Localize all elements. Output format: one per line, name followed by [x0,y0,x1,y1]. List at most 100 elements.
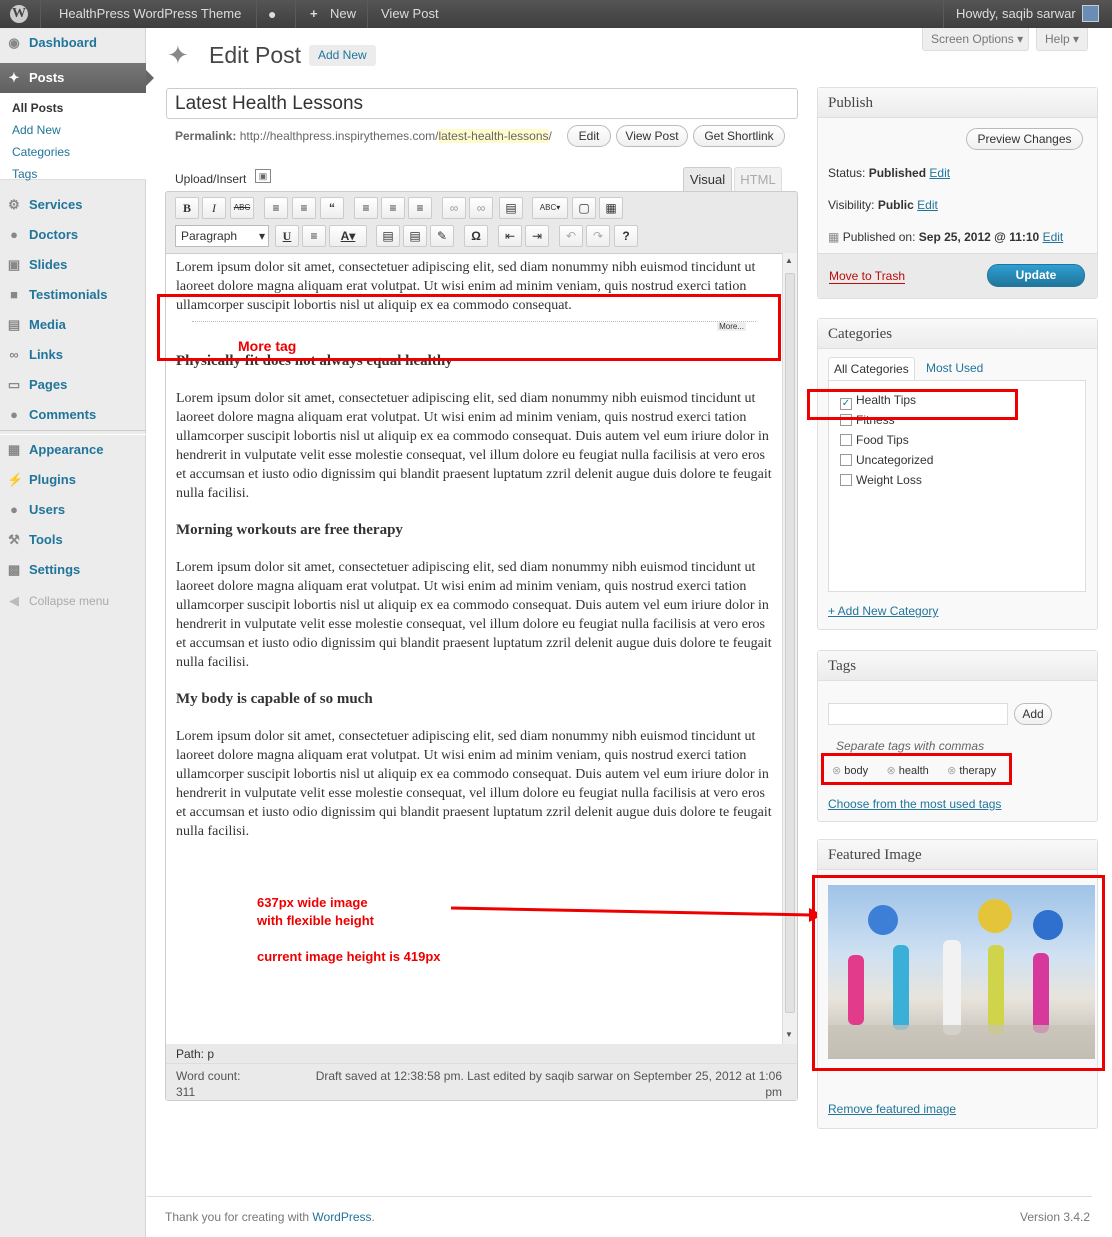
category-item[interactable]: Fitness [840,413,895,427]
category-item[interactable]: ✓ Health Tips [840,393,916,410]
menu-pages[interactable]: ▭ Pages [0,370,146,400]
screen-options-button[interactable]: Screen Options ▾ [922,28,1029,51]
remove-tag-icon[interactable]: ⊗ [947,765,956,777]
permalink-row: Permalink: http://healthpress.inspirythe… [175,129,552,143]
tag-input[interactable] [828,703,1008,725]
menu-appearance[interactable]: ▦ Appearance [0,435,146,465]
tab-visual[interactable]: Visual [683,167,732,192]
kitchen-sink-icon[interactable]: ▦ [599,197,623,219]
menu-doctors[interactable]: ● Doctors [0,220,146,250]
checkbox-icon[interactable] [840,454,852,466]
fullscreen-icon[interactable]: ▢ [572,197,596,219]
post-title-input[interactable]: Latest Health Lessons [166,88,798,119]
align-left-icon[interactable]: ≡ [354,197,378,219]
person-silhouette [943,940,961,1035]
bold-icon[interactable]: B [175,197,199,219]
menu-comments[interactable]: ● Comments [0,400,146,430]
paste-word-icon[interactable]: ▤ [403,225,427,247]
bullet-list-icon[interactable]: ≡ [264,197,288,219]
menu-media[interactable]: ▤ Media [0,310,146,340]
remove-tag-icon[interactable]: ⊗ [832,765,841,777]
menu-testimonials[interactable]: ■ Testimonials [0,280,146,310]
numbered-list-icon[interactable]: ≡ [292,197,316,219]
move-to-trash-link[interactable]: Move to Trash [829,269,906,284]
permalink-slug[interactable]: latest-health-lessons [438,129,549,143]
text-color-icon[interactable]: A▾ [329,225,367,247]
italic-icon[interactable]: I [202,197,226,219]
more-tag-icon[interactable]: ▤ [499,197,523,219]
remove-featured-image-link[interactable]: Remove featured image [828,1102,956,1116]
wordpress-link[interactable]: WordPress [312,1210,371,1224]
indent-icon[interactable]: ⇥ [525,225,549,247]
add-media-icon[interactable]: ▣ [255,169,271,183]
menu-slides[interactable]: ▣ Slides [0,250,146,280]
outdent-icon[interactable]: ⇤ [498,225,522,247]
category-item[interactable]: Weight Loss [840,473,922,487]
status-edit-link[interactable]: Edit [929,166,950,180]
submenu-categories[interactable]: Categories [12,145,70,159]
menu-links[interactable]: ∞ Links [0,340,146,370]
new-link[interactable]: New [330,0,356,28]
menu-posts[interactable]: ✦ Posts [0,63,154,93]
help-button[interactable]: Help ▾ [1036,28,1088,51]
align-center-icon[interactable]: ≡ [381,197,405,219]
howdy-user-link[interactable]: Howdy, saqib sarwar [956,0,1076,28]
calendar-icon: ▦ [828,230,840,244]
menu-dashboard[interactable]: ◉ Dashboard [0,28,146,58]
avatar[interactable] [1082,5,1099,22]
help-icon[interactable]: ? [614,225,638,247]
menu-plugins[interactable]: ⚡ Plugins [0,465,146,495]
published-on-edit-link[interactable]: Edit [1043,230,1064,244]
menu-services[interactable]: ⚙ Services [0,190,146,220]
remove-tag-icon[interactable]: ⊗ [886,765,895,777]
visibility-edit-link[interactable]: Edit [917,198,938,212]
tab-most-used[interactable]: Most Used [926,361,983,375]
view-post-button[interactable]: View Post [616,125,688,147]
scroll-down-icon[interactable]: ▼ [785,1030,793,1039]
person-silhouette [1033,953,1049,1033]
view-post-link[interactable]: View Post [381,0,439,28]
checkbox-icon[interactable] [840,434,852,446]
get-shortlink-button[interactable]: Get Shortlink [693,125,785,147]
choose-most-used-tags-link[interactable]: Choose from the most used tags [828,797,1001,811]
unlink-icon[interactable]: ∞ [469,197,493,219]
submenu-add-new[interactable]: Add New [12,123,61,137]
paste-text-icon[interactable]: ▤ [376,225,400,247]
featured-image[interactable] [828,885,1095,1059]
align-right-icon[interactable]: ≡ [408,197,432,219]
undo-icon[interactable]: ↶ [559,225,583,247]
permalink-edit-button[interactable]: Edit [567,125,611,147]
spellcheck-icon[interactable]: ABC▾ [532,197,568,219]
blockquote-icon[interactable]: “ [320,197,344,219]
checkbox-icon[interactable] [840,474,852,486]
checkbox-checked-icon[interactable]: ✓ [840,398,852,410]
submenu-tags[interactable]: Tags [12,167,37,181]
site-name-link[interactable]: HealthPress WordPress Theme [59,0,241,28]
tab-html[interactable]: HTML [734,167,782,192]
update-button[interactable]: Update [987,264,1085,287]
eraser-icon[interactable]: ✎ [430,225,454,247]
redo-icon[interactable]: ↷ [586,225,610,247]
special-character-icon[interactable]: Ω [464,225,488,247]
menu-tools[interactable]: ⚒ Tools [0,525,146,555]
wordpress-logo-icon[interactable]: W [10,5,28,23]
menu-settings[interactable]: ▩ Settings [0,555,146,585]
add-new-button[interactable]: Add New [309,45,376,66]
comments-icon[interactable]: ● [268,0,276,28]
submenu-all-posts[interactable]: All Posts [12,101,63,115]
underline-icon[interactable]: U [275,225,299,247]
tab-all-categories[interactable]: All Categories [828,357,915,381]
preview-changes-button[interactable]: Preview Changes [966,128,1083,150]
collapse-menu[interactable]: ◀ Collapse menu [0,586,146,616]
add-tag-button[interactable]: Add [1014,703,1052,725]
menu-users[interactable]: ● Users [0,495,146,525]
category-item[interactable]: Food Tips [840,433,909,447]
checkbox-icon[interactable] [840,414,852,426]
scroll-up-icon[interactable]: ▲ [785,256,793,265]
category-item[interactable]: Uncategorized [840,453,933,467]
add-new-category-link[interactable]: + Add New Category [828,604,938,618]
link-icon[interactable]: ∞ [442,197,466,219]
format-select[interactable]: Paragraph ▾ [175,225,269,247]
strikethrough-icon[interactable]: ABC [230,197,254,219]
justify-icon[interactable]: ≡ [302,225,326,247]
